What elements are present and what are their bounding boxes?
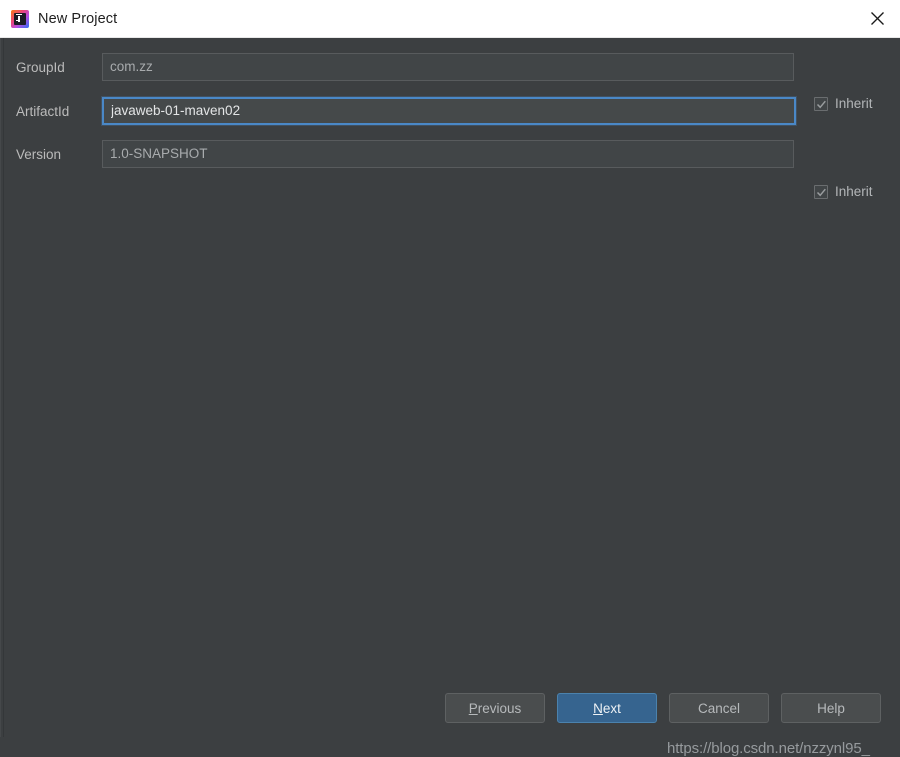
dialog-titlebar: New Project bbox=[0, 0, 900, 38]
cancel-button-label: Cancel bbox=[697, 700, 741, 716]
dialog-title: New Project bbox=[38, 10, 118, 27]
previous-button-label: revious bbox=[477, 700, 522, 716]
groupid-inherit-checkbox-group[interactable]: Inherit bbox=[814, 96, 873, 111]
cancel-button[interactable]: Cancel bbox=[669, 693, 769, 723]
checkbox-checked-icon[interactable] bbox=[814, 96, 828, 111]
help-button[interactable]: Help bbox=[781, 693, 881, 723]
version-inherit-label: Inherit bbox=[835, 184, 873, 199]
new-project-dialog: New Project GroupId ArtifactId bbox=[0, 0, 900, 757]
checkbox-checked-icon[interactable] bbox=[814, 184, 828, 199]
previous-button-mnemonic: P bbox=[468, 700, 478, 716]
version-label: Version bbox=[16, 146, 62, 162]
previous-button[interactable]: Previous bbox=[445, 693, 545, 723]
version-input[interactable] bbox=[102, 140, 794, 168]
dialog-content: GroupId ArtifactId Version Inh bbox=[0, 38, 900, 757]
groupid-input[interactable] bbox=[102, 53, 794, 81]
version-inherit-checkbox-group[interactable]: Inherit bbox=[814, 184, 873, 199]
next-button-label: ext bbox=[602, 700, 621, 716]
artifactid-label: ArtifactId bbox=[16, 103, 70, 119]
close-icon[interactable] bbox=[854, 0, 900, 37]
dialog-button-bar: Previous Next Cancel Help bbox=[0, 693, 900, 737]
artifactid-input[interactable] bbox=[102, 97, 796, 125]
csdn-watermark: https://blog.csdn.net/nzzynl95_ bbox=[667, 740, 870, 757]
next-button-mnemonic: N bbox=[593, 700, 603, 716]
next-button[interactable]: Next bbox=[557, 693, 657, 723]
intellij-idea-icon bbox=[11, 9, 29, 28]
help-button-label: Help bbox=[817, 700, 845, 716]
form-row-artifactid: ArtifactId bbox=[0, 96, 900, 126]
form-row-version: Version bbox=[0, 139, 900, 169]
groupid-inherit-label: Inherit bbox=[835, 96, 873, 111]
groupid-label: GroupId bbox=[16, 59, 65, 75]
form-row-groupid: GroupId bbox=[0, 52, 900, 82]
